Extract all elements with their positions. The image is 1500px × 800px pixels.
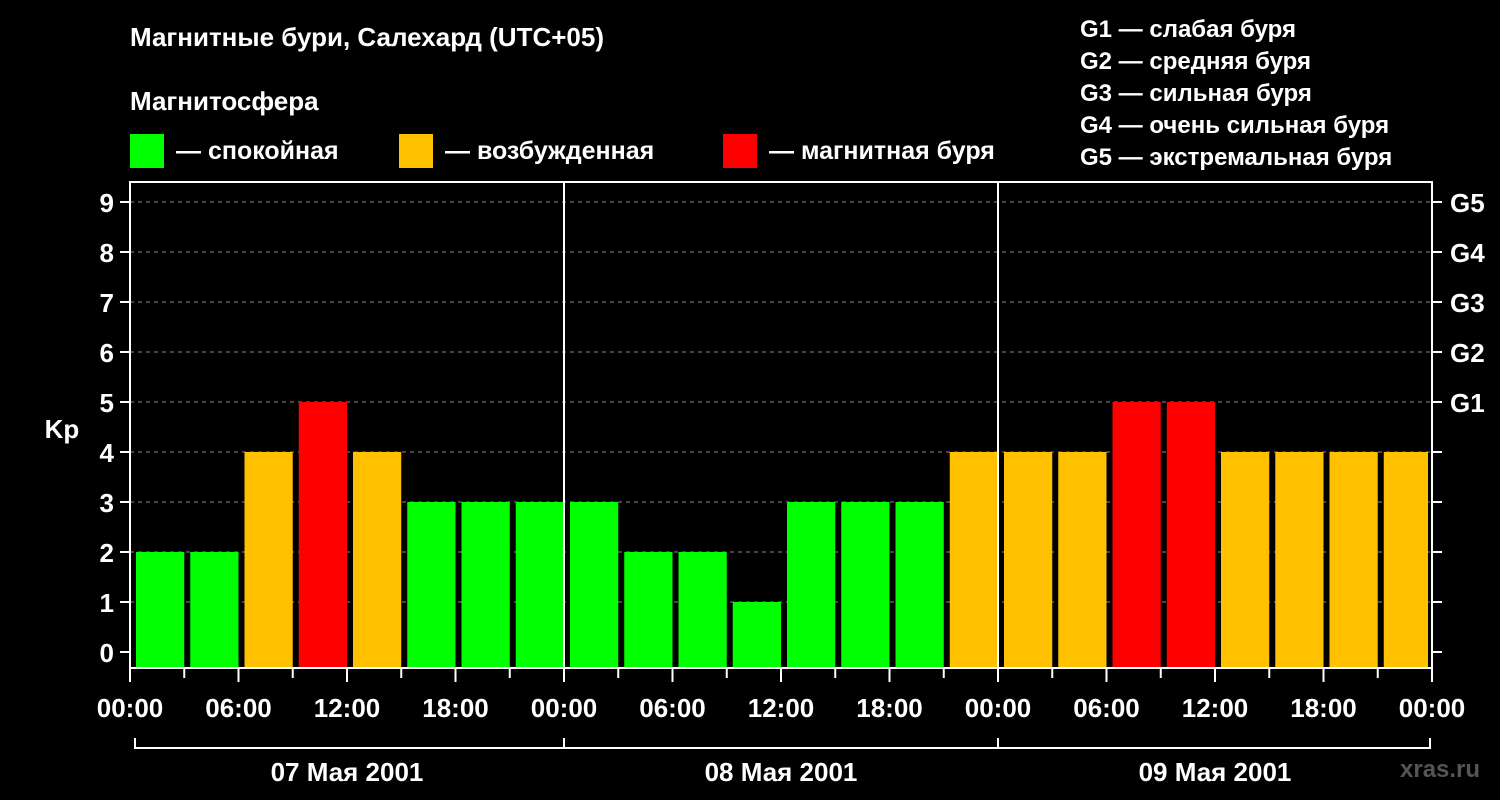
y-tick-label-3: 3 [100, 488, 114, 518]
kp-bar-20 [1221, 452, 1270, 668]
kp-bar-10 [678, 552, 727, 668]
kp-bar-chart: 0 1 2 3 4 5 6 7 8 9 G1 G2 G3 G4 G5 00:00 06:00 12:00 18:00… [45, 181, 1485, 787]
kp-bar-11 [732, 602, 781, 668]
y-tick-label-7: 7 [100, 288, 114, 318]
day-label-0: 07 Мая 2001 [271, 757, 424, 787]
g-label-g2: G2 [1450, 338, 1485, 368]
kp-bar-7 [515, 502, 564, 668]
kp-bar-14 [895, 502, 944, 668]
watermark: xras.ru [1400, 756, 1481, 783]
y-tick-label-0: 0 [100, 638, 114, 668]
kp-bar-0 [136, 552, 185, 668]
kp-bar-13 [841, 502, 890, 668]
x-tick-label-11: 18:00 [1290, 693, 1357, 723]
y-tick-label-8: 8 [100, 238, 114, 268]
x-tick-label-10: 12:00 [1182, 693, 1249, 723]
kp-bar-1 [190, 552, 239, 668]
kp-bar-19 [1166, 402, 1215, 668]
bars-layer [136, 402, 1428, 668]
x-tick-label-4: 00:00 [531, 693, 598, 723]
y-tick-label-1: 1 [100, 588, 114, 618]
x-tick-label-12: 00:00 [1399, 693, 1466, 723]
g-label-g4: G4 [1450, 238, 1485, 268]
kp-bar-16 [1004, 452, 1053, 668]
y-axis-label: Kp [45, 414, 80, 444]
g-label-g1: G1 [1450, 388, 1485, 418]
kp-bar-3 [298, 402, 347, 668]
x-tick-label-2: 12:00 [314, 693, 381, 723]
y-tick-label-5: 5 [100, 388, 114, 418]
kp-bar-22 [1329, 452, 1378, 668]
g-label-g3: G3 [1450, 288, 1485, 318]
day-label-1: 08 Мая 2001 [705, 757, 858, 787]
kp-bar-18 [1112, 402, 1161, 668]
kp-bar-4 [353, 452, 402, 668]
kp-bar-21 [1275, 452, 1324, 668]
kp-bar-23 [1383, 452, 1428, 668]
x-tick-label-5: 06:00 [639, 693, 706, 723]
kp-bar-8 [570, 502, 619, 668]
kp-bar-9 [624, 552, 673, 668]
x-tick-label-0: 00:00 [97, 693, 164, 723]
y-tick-label-9: 9 [100, 188, 114, 218]
x-tick-label-1: 06:00 [205, 693, 272, 723]
x-tick-label-6: 12:00 [748, 693, 815, 723]
y-tick-label-4: 4 [100, 438, 115, 468]
kp-bar-17 [1058, 452, 1107, 668]
day-label-2: 09 Мая 2001 [1139, 757, 1292, 787]
x-tick-label-3: 18:00 [422, 693, 489, 723]
y-tick-label-2: 2 [100, 538, 114, 568]
x-tick-label-7: 18:00 [856, 693, 923, 723]
kp-bar-2 [244, 452, 293, 668]
kp-bar-6 [461, 502, 510, 668]
kp-bar-12 [787, 502, 836, 668]
g-label-g5: G5 [1450, 188, 1485, 218]
y-tick-label-6: 6 [100, 338, 114, 368]
kp-bar-5 [407, 502, 456, 668]
x-tick-label-9: 06:00 [1073, 693, 1140, 723]
kp-bar-15 [949, 452, 998, 668]
x-tick-label-8: 00:00 [965, 693, 1032, 723]
